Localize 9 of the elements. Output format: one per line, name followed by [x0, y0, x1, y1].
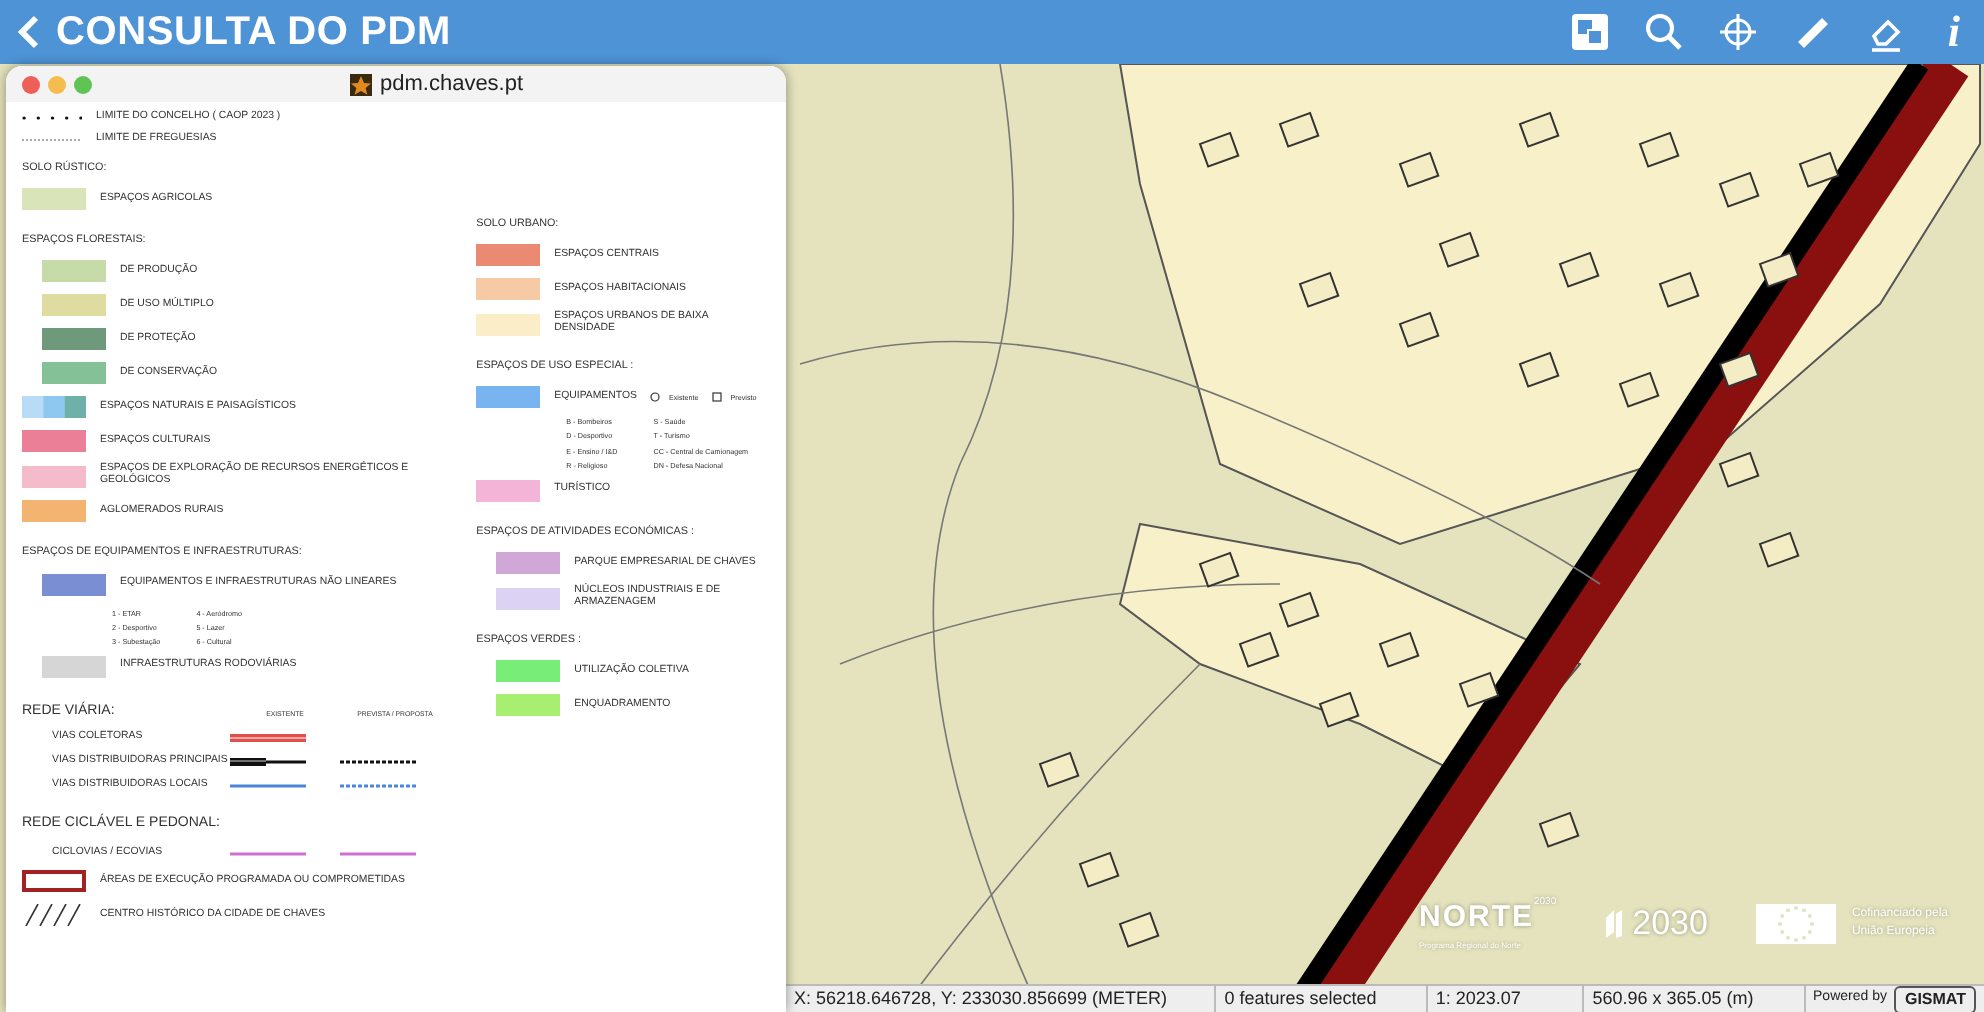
page-title: CONSULTA DO PDM	[56, 8, 451, 58]
info-icon[interactable]: i	[1939, 6, 1968, 58]
logo-year: 2030	[1632, 902, 1708, 946]
logo-text: NORTE	[1419, 897, 1534, 937]
status-scale-text: 1: 2023.07	[1427, 985, 1585, 1012]
status-extent-text: 560.96 x 365.05 (m)	[1584, 985, 1805, 1012]
brand-logo: GISMAT	[1894, 985, 1976, 1012]
window-title: pdm.chaves.pt	[380, 69, 524, 100]
status-selection-text: 0 features selected	[1216, 985, 1428, 1012]
